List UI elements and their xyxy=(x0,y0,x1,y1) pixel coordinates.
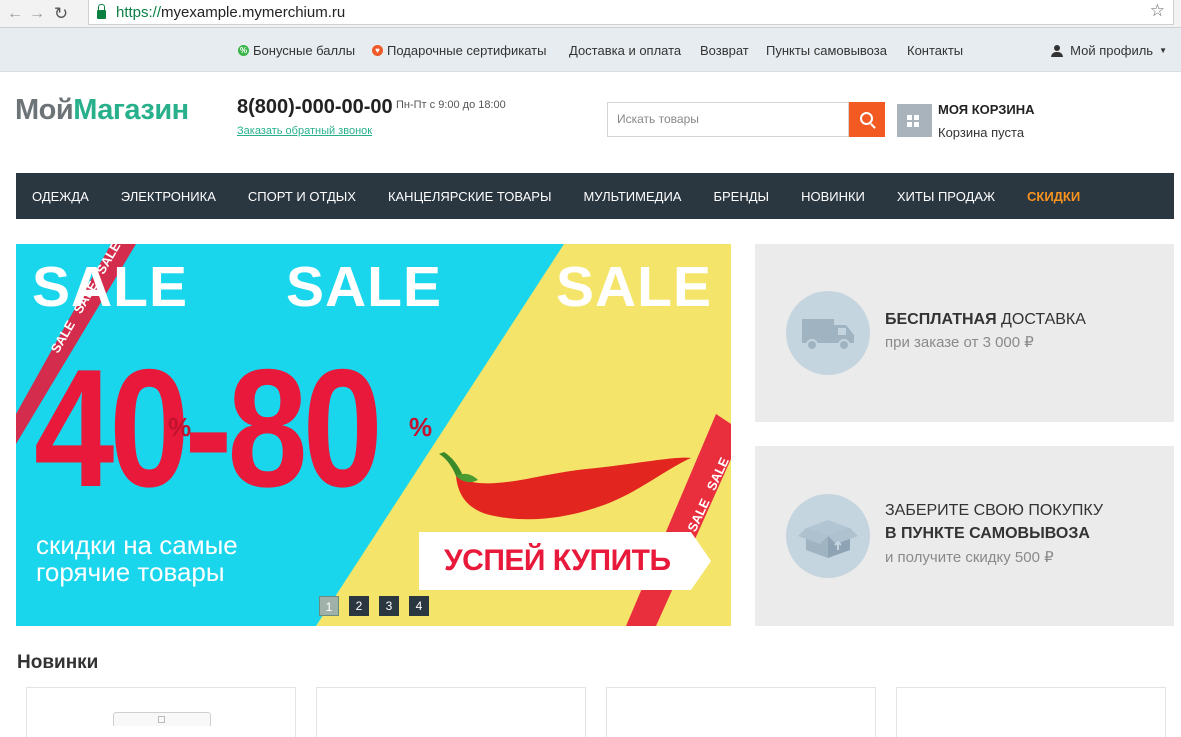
cart-status: Корзина пуста xyxy=(938,125,1025,140)
url-scheme: https:// xyxy=(116,3,162,21)
back-arrow-icon[interactable]: ← xyxy=(4,3,26,25)
nav-item-sport[interactable]: СПОРТ И ОТДЫХ xyxy=(232,189,372,204)
nav-item-bestsellers[interactable]: ХИТЫ ПРОДАЖ xyxy=(881,189,1011,204)
top-links-bar: % Бонусные баллы ♥ Подарочные сертификаты … xyxy=(0,28,1181,72)
gift-certificates-link[interactable]: ♥ Подарочные сертификаты xyxy=(372,43,546,58)
working-hours: Пн-Пт с 9:00 до 18:00 xyxy=(396,99,506,111)
contacts-link[interactable]: Контакты xyxy=(907,43,963,58)
user-icon xyxy=(1051,44,1064,57)
discount-min: 40 xyxy=(34,334,190,522)
nav-item-new[interactable]: НОВИНКИ xyxy=(785,189,881,204)
url-host: myexample.mymerchium.ru xyxy=(161,3,346,21)
logo-part-1: Мой xyxy=(15,94,74,126)
nav-item-discounts[interactable]: СКИДКИ xyxy=(1011,189,1096,204)
returns-link[interactable]: Возврат xyxy=(700,43,749,58)
sale-word-2: SALE xyxy=(286,255,443,319)
slide-dot-4[interactable]: 4 xyxy=(409,596,429,616)
pickup-title-line-1: ЗАБЕРИТЕ СВОЮ ПОКУПКУ xyxy=(885,502,1104,519)
slider-pagination: 1 2 3 4 xyxy=(319,596,429,616)
site-logo[interactable]: МойМагазин xyxy=(15,94,189,127)
phone-number: 8(800)-000-00-00 xyxy=(237,96,393,118)
discount-max: 80 xyxy=(227,334,383,522)
search-button[interactable] xyxy=(849,102,885,137)
pickup-subtitle: и получите скидку 500 ₽ xyxy=(885,549,1054,566)
lock-icon xyxy=(97,3,106,19)
product-card[interactable] xyxy=(606,687,876,737)
product-card[interactable] xyxy=(896,687,1166,737)
reload-icon[interactable]: ↻ xyxy=(50,3,72,25)
free-delivery-title-rest: ДОСТАВКА xyxy=(996,311,1086,328)
free-delivery-subtitle: при заказе от 3 000 ₽ xyxy=(885,334,1034,351)
address-bar[interactable]: https:// myexample.mymerchium.ru ☆ xyxy=(88,0,1174,25)
pickup-title-line-2: В ПУНКТЕ САМОВЫВОЗА xyxy=(885,525,1090,542)
bonus-points-label: Бонусные баллы xyxy=(253,43,356,58)
slide-dot-2[interactable]: 2 xyxy=(349,596,369,616)
promo-banner-slider[interactable]: SALE SALE SALE SALE SALE SALE SALE SALE … xyxy=(16,244,731,626)
site-header: МойМагазин 8(800)-000-00-00 Пн-Пт с 9:00… xyxy=(0,72,1181,172)
bookmark-star-icon[interactable]: ☆ xyxy=(1150,1,1165,21)
logo-part-2: Магазин xyxy=(73,94,189,126)
my-profile-menu[interactable]: Мой профиль ▼ xyxy=(1051,43,1167,58)
forward-arrow-icon[interactable]: → xyxy=(26,3,48,25)
main-category-nav: ОДЕЖДА ЭЛЕКТРОНИКА СПОРТ И ОТДЫХ КАНЦЕЛЯ… xyxy=(16,173,1174,219)
product-card[interactable] xyxy=(316,687,586,737)
request-callback-link[interactable]: Заказать обратный звонок xyxy=(237,125,372,137)
search-input[interactable]: Искать товары xyxy=(607,102,849,137)
gift-certificates-label: Подарочные сертификаты xyxy=(387,43,547,58)
percent-icon: % xyxy=(238,45,249,56)
banner-tagline: скидки на самые горячие товары xyxy=(36,530,238,587)
my-profile-label: Мой профиль xyxy=(1070,43,1154,58)
chevron-down-icon: ▼ xyxy=(1159,46,1167,55)
nav-item-clothing[interactable]: ОДЕЖДА xyxy=(16,189,105,204)
product-card[interactable] xyxy=(26,687,296,737)
sale-word-3: SALE xyxy=(556,255,713,319)
search-icon xyxy=(859,112,873,125)
free-delivery-title-bold: БЕСПЛАТНАЯ xyxy=(885,311,997,328)
bonus-points-link[interactable]: % Бонусные баллы xyxy=(238,43,355,58)
new-products-heading: Новинки xyxy=(17,652,99,673)
pickup-points-link[interactable]: Пункты самовывоза xyxy=(766,43,887,58)
cart-title[interactable]: МОЯ КОРЗИНА xyxy=(938,102,1035,117)
slide-dot-3[interactable]: 3 xyxy=(379,596,399,616)
cart-icon[interactable] xyxy=(897,104,932,137)
box-icon xyxy=(786,494,870,578)
free-delivery-title: БЕСПЛАТНАЯ ДОСТАВКА xyxy=(885,311,1086,329)
slide-dot-1[interactable]: 1 xyxy=(319,596,339,616)
discount-range: 40-80 xyxy=(34,332,383,525)
free-delivery-promo[interactable]: БЕСПЛАТНАЯ ДОСТАВКА при заказе от 3 000 … xyxy=(755,244,1174,422)
truck-icon xyxy=(786,291,870,375)
percent-sign-1: % xyxy=(168,412,192,442)
nav-item-multimedia[interactable]: МУЛЬТИМЕДИА xyxy=(567,189,697,204)
browser-toolbar: ← → ↻ https:// myexample.mymerchium.ru ☆ xyxy=(0,0,1181,28)
heart-icon: ♥ xyxy=(372,45,383,56)
nav-item-electronics[interactable]: ЭЛЕКТРОНИКА xyxy=(105,189,232,204)
pickup-promo[interactable]: ЗАБЕРИТЕ СВОЮ ПОКУПКУ В ПУНКТЕ САМОВЫВОЗ… xyxy=(755,446,1174,626)
sale-word-1: SALE xyxy=(32,255,189,319)
buy-now-cta[interactable]: УСПЕЙ КУПИТЬ xyxy=(444,544,671,578)
nav-item-brands[interactable]: БРЕНДЫ xyxy=(697,189,785,204)
nav-item-stationery[interactable]: КАНЦЕЛЯРСКИЕ ТОВАРЫ xyxy=(372,189,568,204)
delivery-payment-link[interactable]: Доставка и оплата xyxy=(569,43,681,58)
percent-sign-2: % xyxy=(409,412,433,442)
